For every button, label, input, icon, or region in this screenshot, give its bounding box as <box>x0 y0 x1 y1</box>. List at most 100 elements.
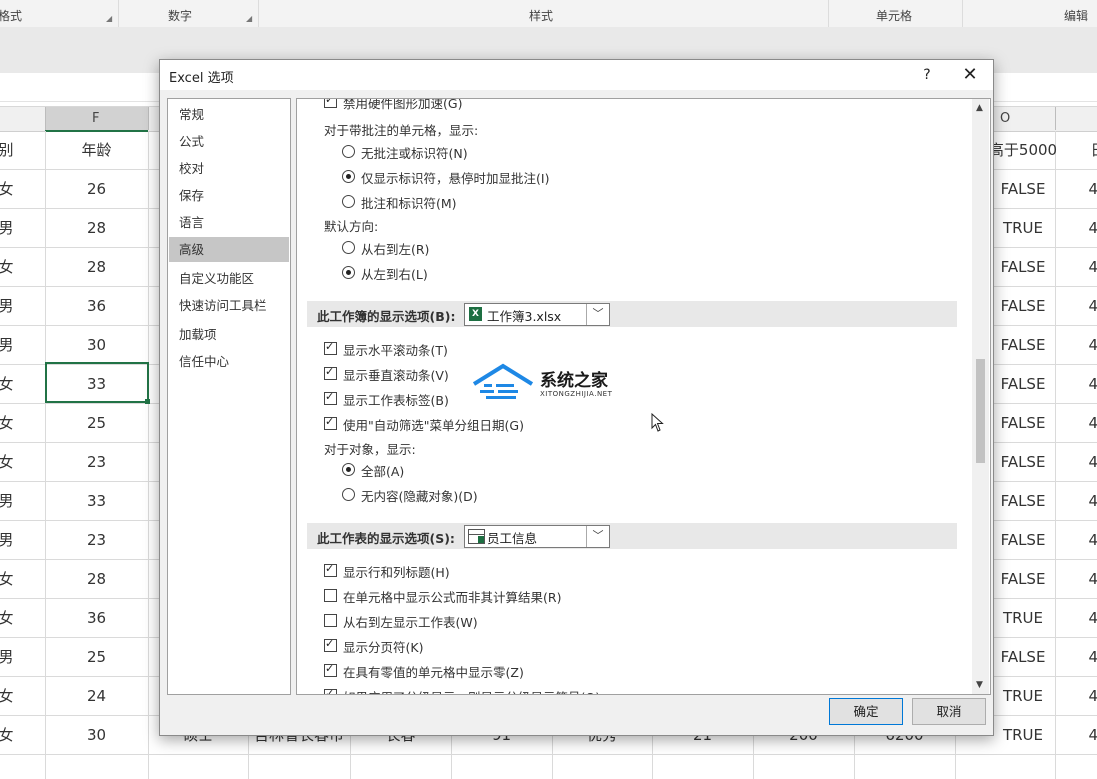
chevron-down-icon[interactable]: ﹀ <box>586 304 609 325</box>
show-zeros-checkbox[interactable] <box>324 662 337 677</box>
table-cell[interactable]: 45 <box>1088 248 1097 286</box>
dialog-launcher-icon[interactable]: ◢ <box>246 14 252 23</box>
table-cell[interactable]: 男 <box>0 326 16 364</box>
table-cell[interactable]: 女 <box>0 599 16 637</box>
header-next: 日 <box>1088 131 1097 169</box>
selected-cell[interactable] <box>45 362 149 403</box>
nav-item-advanced[interactable]: 高级 <box>169 237 289 262</box>
page-breaks-checkbox[interactable] <box>324 637 337 652</box>
show-formulas-checkbox[interactable] <box>324 589 337 602</box>
table-cell[interactable]: 女 <box>0 365 16 403</box>
ltr-radio[interactable] <box>342 266 355 279</box>
table-cell[interactable]: 36 <box>45 287 148 325</box>
table-cell[interactable]: 45 <box>1088 638 1097 676</box>
table-cell[interactable]: 25 <box>45 638 148 676</box>
nav-item-quick-access[interactable]: 快速访问工具栏 <box>169 293 289 318</box>
table-cell[interactable]: 45 <box>1088 677 1097 715</box>
options-nav: 常规 公式 校对 保存 语言 高级 自定义功能区 快速访问工具栏 加载项 信任中… <box>167 98 291 695</box>
table-cell[interactable]: 女 <box>0 677 16 715</box>
workbook-name: 工作簿3.xlsx <box>487 309 562 324</box>
table-cell[interactable]: 25 <box>45 404 148 442</box>
workbook-dropdown[interactable]: X 工作簿3.xlsx ﹀ <box>464 303 610 326</box>
table-cell[interactable]: 女 <box>0 248 16 286</box>
dialog-launcher-icon[interactable]: ◢ <box>106 14 112 23</box>
chevron-down-icon[interactable]: ﹀ <box>586 526 609 547</box>
direction-label: 默认方向: <box>324 219 379 234</box>
nav-item-formulas[interactable]: 公式 <box>169 129 289 154</box>
nav-item-save[interactable]: 保存 <box>169 183 289 208</box>
dialog-title-bar: Excel 选项 ? ✕ <box>160 60 993 90</box>
hscroll-label: 显示水平滚动条(T) <box>343 343 448 358</box>
table-cell[interactable]: 23 <box>45 443 148 481</box>
nav-item-addins[interactable]: 加载项 <box>169 322 289 347</box>
comments-indicator-radio[interactable] <box>342 170 355 183</box>
header-gender: 别 <box>0 141 14 159</box>
table-cell[interactable]: 24 <box>45 677 148 715</box>
vscroll-checkbox[interactable] <box>324 365 337 380</box>
table-cell[interactable]: 男 <box>0 638 16 676</box>
objects-all-radio[interactable] <box>342 463 355 476</box>
table-cell[interactable]: 36 <box>45 599 148 637</box>
sheet-dropdown[interactable]: 员工信息 ﹀ <box>464 525 610 548</box>
hscroll-checkbox[interactable] <box>324 340 337 355</box>
objects-hide-radio[interactable] <box>342 488 355 501</box>
table-cell[interactable]: 45 <box>1088 716 1097 754</box>
table-cell[interactable]: 女 <box>0 716 16 754</box>
table-cell[interactable]: 45 <box>1088 404 1097 442</box>
table-cell[interactable]: 45 <box>1088 209 1097 247</box>
comments-none-radio[interactable] <box>342 145 355 158</box>
table-cell[interactable]: 45 <box>1088 326 1097 364</box>
hw-accel-checkbox[interactable] <box>324 99 337 108</box>
close-button[interactable]: ✕ <box>957 64 983 86</box>
table-cell[interactable]: 女 <box>0 443 16 481</box>
nav-item-general[interactable]: 常规 <box>169 102 289 127</box>
table-cell[interactable]: 45 <box>1088 482 1097 520</box>
table-cell[interactable]: 45 <box>1088 521 1097 559</box>
table-cell[interactable]: 女 <box>0 404 16 442</box>
cancel-button[interactable]: 取消 <box>912 698 986 725</box>
nav-item-customize-ribbon[interactable]: 自定义功能区 <box>169 266 289 291</box>
table-cell[interactable]: 45 <box>1088 170 1097 208</box>
ok-button[interactable]: 确定 <box>829 698 903 725</box>
table-cell[interactable]: 男 <box>0 287 16 325</box>
show-zeros-label: 在具有零值的单元格中显示零(Z) <box>343 665 524 680</box>
ribbon-group-font: 格式 <box>0 9 23 23</box>
nav-item-proofing[interactable]: 校对 <box>169 156 289 181</box>
table-cell[interactable]: 28 <box>45 248 148 286</box>
table-cell[interactable]: 30 <box>45 326 148 364</box>
table-cell[interactable]: 女 <box>0 170 16 208</box>
rtl-radio[interactable] <box>342 241 355 254</box>
table-cell[interactable]: 女 <box>0 560 16 598</box>
table-cell[interactable]: 45 <box>1088 560 1097 598</box>
hw-accel-label: 禁用硬件图形加速(G) <box>343 98 463 111</box>
table-cell[interactable]: 45 <box>1088 287 1097 325</box>
content-scrollbar[interactable]: ▲ ▼ <box>972 99 989 694</box>
outline-symbols-checkbox[interactable] <box>324 687 337 694</box>
comments-both-radio[interactable] <box>342 195 355 208</box>
sheet-tabs-checkbox[interactable] <box>324 390 337 405</box>
sheet-section-title: 此工作表的显示选项(S): <box>317 531 455 546</box>
row-col-headers-checkbox[interactable] <box>324 562 337 577</box>
table-cell[interactable]: 45 <box>1088 365 1097 403</box>
table-cell[interactable]: 26 <box>45 170 148 208</box>
table-cell[interactable]: 28 <box>45 560 148 598</box>
table-cell[interactable]: 男 <box>0 482 16 520</box>
table-cell[interactable]: 45 <box>1088 599 1097 637</box>
table-cell[interactable]: 28 <box>45 209 148 247</box>
scroll-thumb[interactable] <box>976 359 985 463</box>
nav-item-language[interactable]: 语言 <box>169 210 289 235</box>
scroll-down-icon[interactable]: ▼ <box>976 680 983 690</box>
help-button[interactable]: ? <box>915 64 939 86</box>
scroll-up-icon[interactable]: ▲ <box>976 103 983 113</box>
watermark-logo: 系统之家 XITONGZHIJIA.NET <box>470 362 630 412</box>
table-cell[interactable]: 男 <box>0 521 16 559</box>
table-cell[interactable]: 23 <box>45 521 148 559</box>
rtl-sheet-checkbox[interactable] <box>324 614 337 627</box>
autofilter-dates-checkbox[interactable] <box>324 415 337 430</box>
table-cell[interactable]: 45 <box>1088 443 1097 481</box>
table-cell[interactable]: 男 <box>0 209 16 247</box>
nav-item-trust-center[interactable]: 信任中心 <box>169 349 289 374</box>
table-cell[interactable]: 30 <box>45 716 148 754</box>
table-cell[interactable]: 33 <box>45 482 148 520</box>
fill-handle[interactable] <box>145 399 150 404</box>
